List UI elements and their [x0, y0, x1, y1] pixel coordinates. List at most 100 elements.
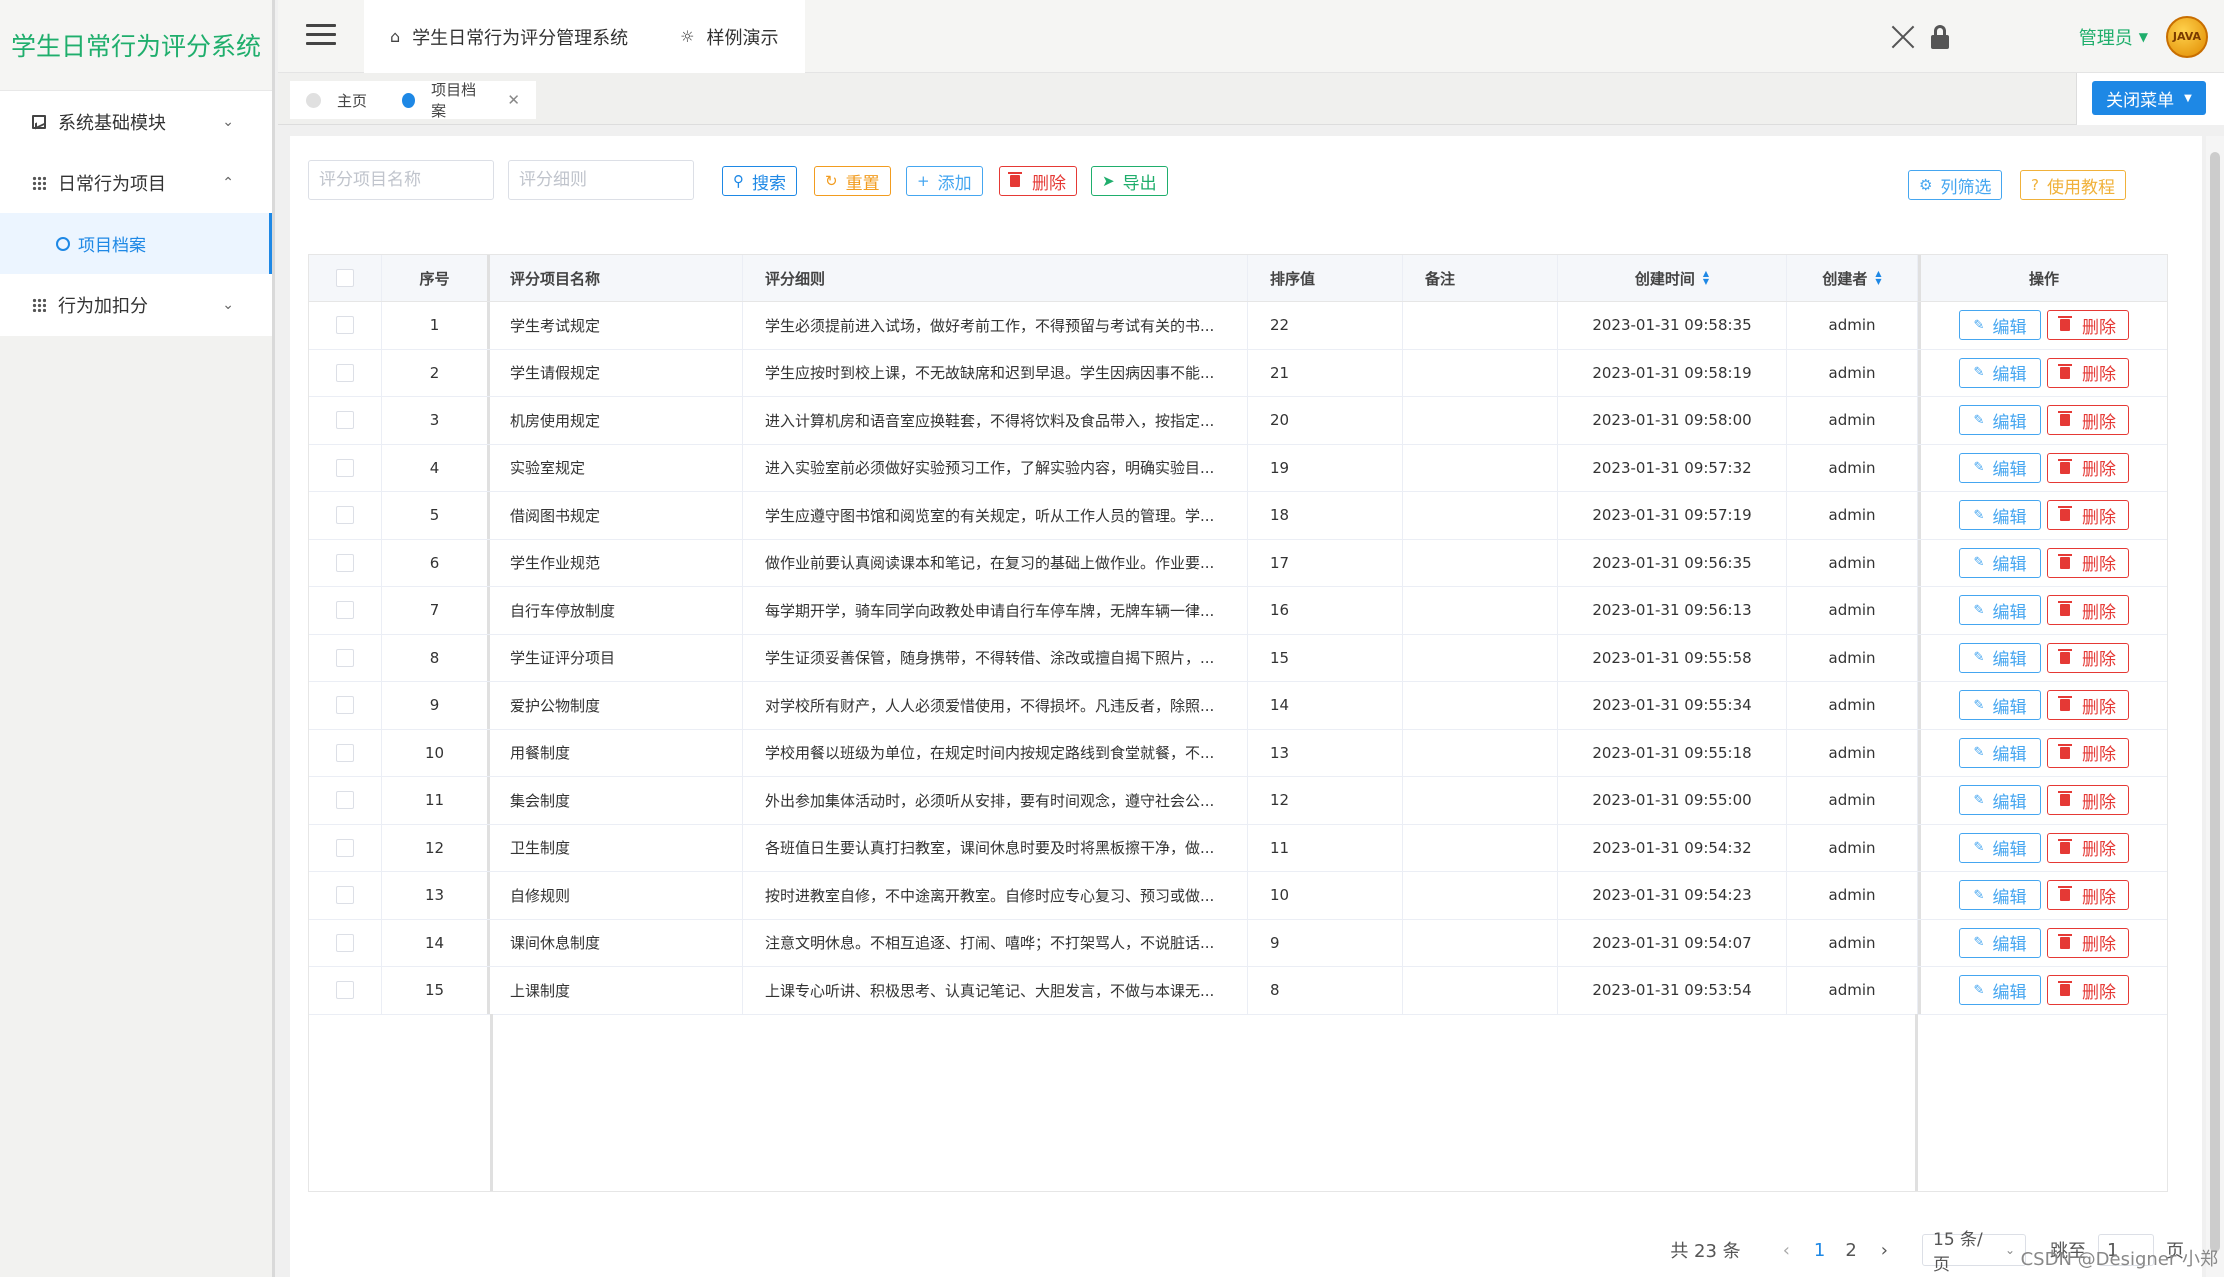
row-select-cell [309, 634, 382, 681]
page-size-select[interactable]: 15 条/页 ⌄ [1922, 1230, 2026, 1275]
tag-home[interactable]: 主页 [290, 81, 396, 119]
col-header-creator[interactable]: 创建者 ▲ ▼ [1787, 255, 1918, 301]
delete-button[interactable]: 删除 [2047, 595, 2129, 626]
detail-rule-input[interactable] [508, 160, 694, 200]
cell-time: 2023-01-31 09:57:32 [1558, 444, 1787, 491]
caret-down-icon[interactable]: ▼ [2139, 30, 2148, 44]
row-checkbox[interactable] [336, 363, 354, 382]
add-button[interactable]: + 添加 [906, 166, 983, 196]
edit-button[interactable]: ✎ 编辑 [1959, 500, 2041, 531]
row-checkbox[interactable] [336, 838, 354, 857]
cell-ops: ✎ 编辑 删除 [1918, 397, 2167, 444]
delete-button[interactable]: 删除 [2047, 880, 2129, 911]
trash-icon [2058, 316, 2072, 332]
delete-button[interactable]: 删除 [2047, 690, 2129, 721]
delete-button[interactable]: 删除 [2047, 405, 2129, 436]
select-all-checkbox[interactable] [336, 269, 354, 287]
tutorial-button[interactable]: ? 使用教程 [2020, 170, 2126, 200]
delete-button-label: 删除 [1032, 173, 1066, 194]
cell-time: 2023-01-31 09:58:35 [1558, 302, 1787, 349]
search-button[interactable]: ⚲ 搜索 [722, 166, 797, 196]
delete-button[interactable]: 删除 [2047, 642, 2129, 673]
batch-delete-button[interactable]: 删除 [999, 166, 1077, 196]
export-button[interactable]: ➤ 导出 [1091, 166, 1168, 196]
reset-button[interactable]: ↻ 重置 [814, 166, 891, 196]
edit-button[interactable]: ✎ 编辑 [1959, 310, 2041, 341]
trash-icon [2058, 886, 2072, 902]
delete-label: 删除 [2082, 840, 2116, 861]
row-checkbox[interactable] [336, 506, 354, 525]
edit-button[interactable]: ✎ 编辑 [1959, 785, 2041, 816]
close-icon[interactable]: ✕ [507, 91, 520, 109]
page-number[interactable]: 1 [1814, 1240, 1825, 1261]
cell-sort: 21 [1248, 349, 1403, 396]
edit-icon: ✎ [1973, 792, 1985, 808]
row-checkbox[interactable] [336, 411, 354, 430]
delete-button[interactable]: 删除 [2047, 452, 2129, 483]
cell-creator: admin [1787, 397, 1918, 444]
project-name-input[interactable] [308, 160, 494, 200]
delete-button[interactable]: 删除 [2047, 832, 2129, 863]
cell-detail: 学生必须提前进入试场，做好考前工作，不得预留与考试有关的书... [743, 302, 1248, 349]
row-checkbox[interactable] [336, 458, 354, 477]
delete-button[interactable]: 删除 [2047, 500, 2129, 531]
close-menu-button[interactable]: 关闭菜单 ▼ [2092, 81, 2206, 115]
edit-button[interactable]: ✎ 编辑 [1959, 405, 2041, 436]
sort-icon[interactable]: ▲ ▼ [1875, 270, 1881, 286]
edit-icon: ✎ [1973, 602, 1985, 618]
prev-page-icon[interactable]: ‹ [1783, 1240, 1790, 1261]
edit-button[interactable]: ✎ 编辑 [1959, 737, 2041, 768]
edit-button[interactable]: ✎ 编辑 [1959, 595, 2041, 626]
tag-project-archive[interactable]: 项目档案 ✕ [386, 81, 536, 120]
row-checkbox[interactable] [336, 553, 354, 572]
edit-button[interactable]: ✎ 编辑 [1959, 880, 2041, 911]
row-checkbox[interactable] [336, 648, 354, 667]
delete-button[interactable]: 删除 [2047, 975, 2129, 1006]
cell-note [1403, 539, 1558, 586]
edit-button[interactable]: ✎ 编辑 [1959, 832, 2041, 863]
page-number[interactable]: 2 [1845, 1240, 1856, 1261]
row-checkbox[interactable] [336, 791, 354, 810]
delete-button[interactable]: 删除 [2047, 737, 2129, 768]
top-tab-demo[interactable]: ☼ 样例演示 [654, 0, 804, 73]
next-page-icon[interactable]: › [1881, 1240, 1888, 1261]
row-checkbox[interactable] [336, 601, 354, 620]
table-header: 序号 评分项目名称 评分细则 排序值 备注 创建时间 ▲ ▼ 创建者 ▲ ▼ 操作 [309, 255, 2167, 302]
sort-icon[interactable]: ▲ ▼ [1703, 270, 1709, 286]
edit-button[interactable]: ✎ 编辑 [1959, 642, 2041, 673]
row-checkbox[interactable] [336, 316, 354, 335]
scrollbar-thumb[interactable] [2210, 152, 2220, 1252]
row-checkbox[interactable] [336, 981, 354, 1000]
edit-button[interactable]: ✎ 编辑 [1959, 547, 2041, 578]
edit-button[interactable]: ✎ 编辑 [1959, 452, 2041, 483]
edit-button[interactable]: ✎ 编辑 [1959, 975, 2041, 1006]
avatar[interactable]: JAVA [2166, 15, 2208, 58]
row-checkbox[interactable] [336, 933, 354, 952]
row-checkbox[interactable] [336, 743, 354, 762]
sidebar-subitem-project-archive[interactable]: 项目档案 [0, 213, 272, 274]
edit-button[interactable]: ✎ 编辑 [1959, 357, 2041, 388]
row-checkbox[interactable] [336, 696, 354, 715]
delete-button[interactable]: 删除 [2047, 547, 2129, 578]
sidebar-item-behavior-score[interactable]: 行为加扣分 ⌄ [0, 274, 272, 335]
lock-icon[interactable] [1930, 24, 1949, 49]
delete-button[interactable]: 删除 [2047, 785, 2129, 816]
hamburger-menu-icon[interactable] [306, 24, 336, 46]
edit-button[interactable]: ✎ 编辑 [1959, 927, 2041, 958]
sidebar-item-daily-behavior[interactable]: 日常行为项目 ⌃ [0, 152, 272, 213]
top-tab-home[interactable]: ⌂ 学生日常行为评分管理系统 [364, 0, 654, 73]
trash-icon [2058, 933, 2072, 949]
delete-button[interactable]: 删除 [2047, 357, 2129, 388]
row-checkbox[interactable] [336, 886, 354, 905]
edit-button[interactable]: ✎ 编辑 [1959, 690, 2041, 721]
delete-button[interactable]: 删除 [2047, 927, 2129, 958]
cell-note [1403, 634, 1558, 681]
sidebar-item-system-base[interactable]: 系统基础模块 ⌄ [0, 91, 272, 152]
admin-username[interactable]: 管理员 [2079, 24, 2133, 50]
col-header-time[interactable]: 创建时间 ▲ ▼ [1558, 255, 1787, 301]
delete-button[interactable]: 删除 [2047, 310, 2129, 341]
column-filter-button[interactable]: ⚙ 列筛选 [1908, 170, 2003, 200]
trash-icon [2058, 648, 2072, 664]
fullscreen-icon[interactable] [1891, 25, 1915, 49]
scrollbar[interactable] [2206, 136, 2224, 1277]
